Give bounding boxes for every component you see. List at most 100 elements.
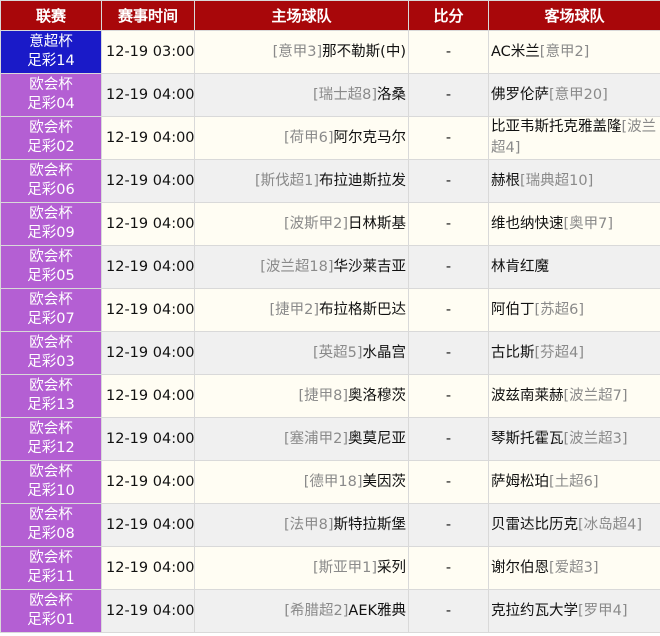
score-cell[interactable]: - bbox=[408, 589, 489, 633]
lottery-number: 足彩09 bbox=[27, 225, 75, 241]
score-cell[interactable]: - bbox=[408, 288, 489, 332]
header-away: 客场球队 bbox=[488, 0, 660, 31]
league-cell[interactable]: 欧会杯 足彩03 bbox=[0, 331, 102, 375]
home-team: 日林斯基 bbox=[348, 216, 406, 232]
lottery-number: 足彩02 bbox=[27, 139, 75, 155]
time-cell: 12-19 04:00 bbox=[101, 245, 195, 289]
away-team-cell[interactable]: 波兹南莱赫[波兰超7] bbox=[488, 374, 660, 418]
away-team-cell[interactable]: 琴斯托霍瓦[波兰超3] bbox=[488, 417, 660, 461]
away-team: 波兹南莱赫 bbox=[491, 387, 564, 404]
table-row: 欧会杯 足彩10 12-19 04:00 [德甲18]美因茨 - 萨姆松珀[土超… bbox=[0, 460, 660, 504]
score-cell[interactable]: - bbox=[408, 331, 489, 375]
home-team-cell[interactable]: [塞浦甲2]奥莫尼亚 bbox=[194, 417, 409, 461]
time-cell: 12-19 04:00 bbox=[101, 73, 195, 117]
league-cell[interactable]: 欧会杯 足彩10 bbox=[0, 460, 102, 504]
away-team-cell[interactable]: 比亚韦斯托克雅盖隆[波兰超4] bbox=[488, 116, 660, 160]
time-cell: 12-19 04:00 bbox=[101, 546, 195, 590]
home-team-cell[interactable]: [法甲8]斯特拉斯堡 bbox=[194, 503, 409, 547]
away-team: 维也纳快速 bbox=[491, 215, 564, 232]
league-name: 欧会杯 bbox=[29, 378, 73, 394]
league-cell[interactable]: 欧会杯 足彩09 bbox=[0, 202, 102, 246]
league-cell[interactable]: 欧会杯 足彩04 bbox=[0, 73, 102, 117]
league-name: 欧会杯 bbox=[29, 550, 73, 566]
league-cell[interactable]: 欧会杯 足彩02 bbox=[0, 116, 102, 160]
table-row: 欧会杯 足彩13 12-19 04:00 [捷甲8]奥洛穆茨 - 波兹南莱赫[波… bbox=[0, 374, 660, 418]
away-rank: [意甲2] bbox=[539, 43, 590, 60]
score-cell[interactable]: - bbox=[408, 417, 489, 461]
league-cell[interactable]: 欧会杯 足彩12 bbox=[0, 417, 102, 461]
away-team-cell[interactable]: 阿伯丁[苏超6] bbox=[488, 288, 660, 332]
home-team-cell[interactable]: [捷甲8]奥洛穆茨 bbox=[194, 374, 409, 418]
league-cell[interactable]: 欧会杯 足彩11 bbox=[0, 546, 102, 590]
away-rank: [冰岛超4] bbox=[578, 516, 643, 533]
away-team-cell[interactable]: 谢尔伯恩[爱超3] bbox=[488, 546, 660, 590]
score-cell[interactable]: - bbox=[408, 159, 489, 203]
lottery-number: 足彩03 bbox=[27, 354, 75, 370]
home-team-cell[interactable]: [波斯甲2]日林斯基 bbox=[194, 202, 409, 246]
score-cell[interactable]: - bbox=[408, 460, 489, 504]
away-team-cell[interactable]: AC米兰[意甲2] bbox=[488, 30, 660, 74]
home-team-cell[interactable]: [意甲3]那不勒斯(中) bbox=[194, 30, 409, 74]
home-team-cell[interactable]: [希腊超2]AEK雅典 bbox=[194, 589, 409, 633]
league-cell[interactable]: 欧会杯 足彩05 bbox=[0, 245, 102, 289]
home-team-cell[interactable]: [斯亚甲1]采列 bbox=[194, 546, 409, 590]
score-cell[interactable]: - bbox=[408, 245, 489, 289]
home-team-cell[interactable]: [荷甲6]阿尔克马尔 bbox=[194, 116, 409, 160]
time-cell: 12-19 04:00 bbox=[101, 503, 195, 547]
away-team: 贝雷达比历克 bbox=[491, 516, 578, 533]
table-row: 欧会杯 足彩08 12-19 04:00 [法甲8]斯特拉斯堡 - 贝雷达比历克… bbox=[0, 503, 660, 547]
home-rank: [荷甲6] bbox=[283, 130, 334, 146]
away-team-cell[interactable]: 维也纳快速[奥甲7] bbox=[488, 202, 660, 246]
league-name: 欧会杯 bbox=[29, 335, 73, 351]
away-rank: [波兰超7] bbox=[563, 387, 628, 404]
table-row: 欧会杯 足彩04 12-19 04:00 [瑞士超8]洛桑 - 佛罗伦萨[意甲2… bbox=[0, 73, 660, 117]
away-team-cell[interactable]: 林肯红魔 bbox=[488, 245, 660, 289]
score-cell[interactable]: - bbox=[408, 202, 489, 246]
league-cell[interactable]: 欧会杯 足彩13 bbox=[0, 374, 102, 418]
home-team-cell[interactable]: [德甲18]美因茨 bbox=[194, 460, 409, 504]
away-rank: [奥甲7] bbox=[563, 215, 614, 232]
home-team-cell[interactable]: [英超5]水晶宫 bbox=[194, 331, 409, 375]
league-cell[interactable]: 欧会杯 足彩07 bbox=[0, 288, 102, 332]
home-team-cell[interactable]: [捷甲2]布拉格斯巴达 bbox=[194, 288, 409, 332]
home-rank: [瑞士超8] bbox=[312, 87, 377, 103]
league-cell[interactable]: 欧会杯 足彩01 bbox=[0, 589, 102, 633]
header-time: 赛事时间 bbox=[101, 0, 195, 31]
league-cell[interactable]: 意超杯 足彩14 bbox=[0, 30, 102, 74]
league-cell[interactable]: 欧会杯 足彩08 bbox=[0, 503, 102, 547]
score-cell[interactable]: - bbox=[408, 374, 489, 418]
header-row: 联赛 赛事时间 主场球队 比分 客场球队 bbox=[0, 0, 660, 31]
home-team: 采列 bbox=[377, 560, 406, 576]
home-team-cell[interactable]: [瑞士超8]洛桑 bbox=[194, 73, 409, 117]
away-team-cell[interactable]: 赫根[瑞典超10] bbox=[488, 159, 660, 203]
away-team-cell[interactable]: 萨姆松珀[土超6] bbox=[488, 460, 660, 504]
score-cell[interactable]: - bbox=[408, 30, 489, 74]
home-team: 洛桑 bbox=[377, 87, 406, 103]
away-team-cell[interactable]: 古比斯[芬超4] bbox=[488, 331, 660, 375]
away-team-cell[interactable]: 克拉约瓦大学[罗甲4] bbox=[488, 589, 660, 633]
away-rank: [波兰超3] bbox=[563, 430, 628, 447]
away-team-cell[interactable]: 佛罗伦萨[意甲20] bbox=[488, 73, 660, 117]
home-team-cell[interactable]: [波兰超18]华沙莱吉亚 bbox=[194, 245, 409, 289]
away-rank: [土超6] bbox=[549, 473, 599, 490]
score-cell[interactable]: - bbox=[408, 73, 489, 117]
away-team: 阿伯丁 bbox=[491, 301, 535, 318]
score-cell[interactable]: - bbox=[408, 116, 489, 160]
home-team-cell[interactable]: [斯伐超1]布拉迪斯拉发 bbox=[194, 159, 409, 203]
league-name: 欧会杯 bbox=[29, 464, 73, 480]
away-team-cell[interactable]: 贝雷达比历克[冰岛超4] bbox=[488, 503, 660, 547]
league-cell[interactable]: 欧会杯 足彩06 bbox=[0, 159, 102, 203]
score-cell[interactable]: - bbox=[408, 546, 489, 590]
home-team: 华沙莱吉亚 bbox=[333, 259, 407, 275]
match-table: 联赛 赛事时间 主场球队 比分 客场球队 意超杯 足彩14 12-19 03:0… bbox=[0, 0, 660, 633]
away-rank: [爱超3] bbox=[549, 559, 599, 576]
home-rank: [斯伐超1] bbox=[254, 173, 319, 189]
lottery-number: 足彩10 bbox=[27, 483, 75, 499]
league-name: 欧会杯 bbox=[29, 421, 73, 437]
time-cell: 12-19 04:00 bbox=[101, 202, 195, 246]
league-name: 欧会杯 bbox=[29, 163, 73, 179]
header-home: 主场球队 bbox=[194, 0, 409, 31]
score-cell[interactable]: - bbox=[408, 503, 489, 547]
table-row: 欧会杯 足彩07 12-19 04:00 [捷甲2]布拉格斯巴达 - 阿伯丁[苏… bbox=[0, 288, 660, 332]
header-score: 比分 bbox=[408, 0, 489, 31]
